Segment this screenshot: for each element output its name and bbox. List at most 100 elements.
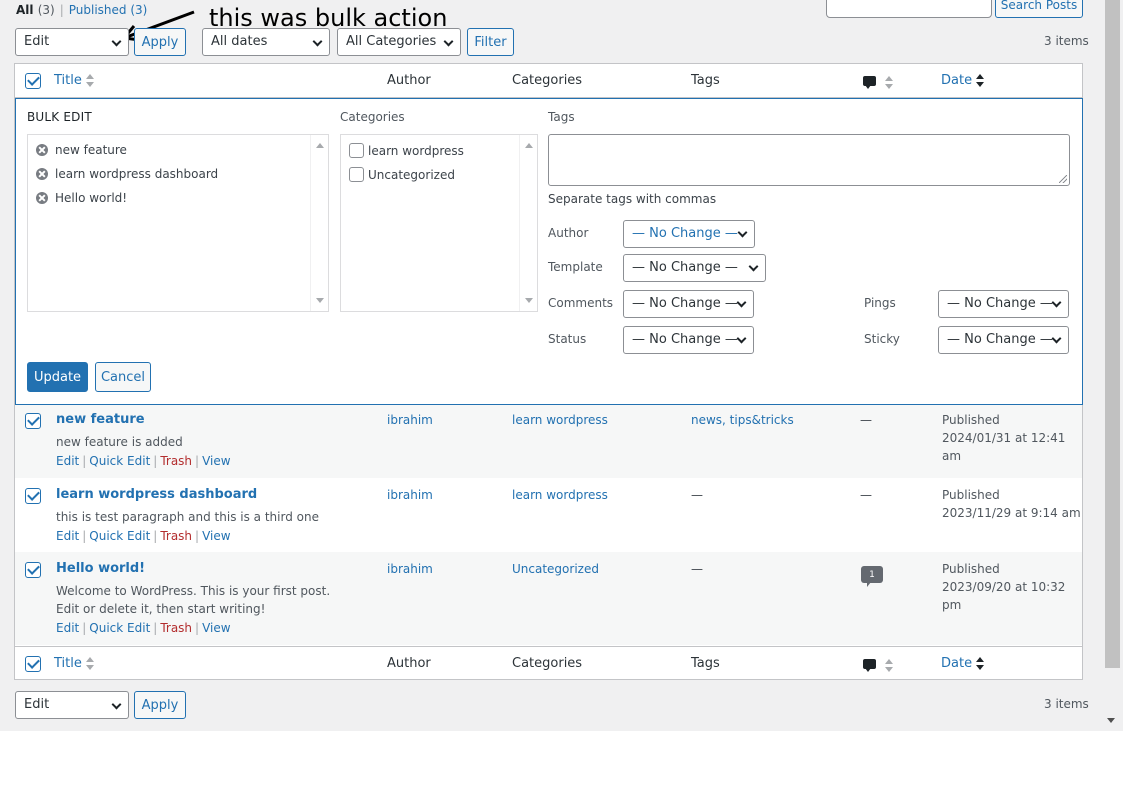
tags-link[interactable]: news, tips&tricks	[691, 413, 794, 427]
post-title-link[interactable]: learn wordpress dashboard	[56, 487, 257, 502]
category-checkbox[interactable]	[349, 143, 364, 158]
chevron-down-icon	[736, 333, 747, 344]
items-count: 3 items	[1044, 34, 1089, 48]
category-checklist-item[interactable]: Uncategorized	[349, 167, 455, 182]
chevron-down-icon	[443, 36, 454, 47]
author-link[interactable]: ibrahim	[387, 488, 433, 502]
view-all-link[interactable]: All (3)	[16, 3, 55, 17]
column-title-sort-footer[interactable]: Title	[54, 656, 94, 671]
scrollbar-thumb[interactable]	[1105, 0, 1120, 668]
sticky-select[interactable]: — No Change —	[938, 326, 1069, 354]
scroll-down-icon[interactable]	[525, 298, 533, 303]
category-checkbox[interactable]	[349, 167, 364, 182]
edit-link[interactable]: Edit	[56, 454, 79, 468]
update-button[interactable]: Update	[27, 362, 88, 392]
edit-link[interactable]: Edit	[56, 529, 79, 543]
row-checkbox[interactable]	[25, 488, 41, 504]
remove-x-icon[interactable]	[36, 144, 48, 156]
date-cell: Published 2023/11/29 at 9:14 am	[942, 486, 1081, 522]
tags-help-text: Separate tags with commas	[548, 192, 717, 206]
view-link[interactable]: View	[202, 529, 230, 543]
titles-list-scrollbar[interactable]	[310, 135, 328, 311]
author-link[interactable]: ibrahim	[387, 562, 433, 576]
items-count-bottom: 3 items	[1044, 697, 1089, 711]
view-link[interactable]: View	[202, 454, 230, 468]
trash-link[interactable]: Trash	[160, 454, 192, 468]
remove-x-icon[interactable]	[36, 192, 48, 204]
comments-count: —	[860, 488, 872, 502]
bulk-action-select[interactable]: Edit	[15, 28, 129, 56]
bulk-categories-list[interactable]: learn wordpress Uncategorized	[340, 134, 538, 312]
tags-textarea[interactable]	[548, 134, 1070, 186]
column-date-sort[interactable]: Date	[941, 73, 985, 88]
bulk-action-select-bottom[interactable]: Edit	[15, 691, 129, 719]
category-link[interactable]: learn wordpress	[512, 413, 608, 427]
tags-empty: —	[691, 562, 703, 576]
filter-button[interactable]: Filter	[467, 28, 514, 56]
views-separator: |	[59, 3, 64, 17]
edit-link[interactable]: Edit	[56, 621, 79, 635]
chevron-down-icon	[748, 261, 759, 272]
sort-icon	[976, 73, 985, 88]
post-title-link[interactable]: Hello world!	[56, 561, 145, 576]
categories-list-scrollbar[interactable]	[519, 135, 537, 311]
view-link[interactable]: View	[202, 621, 230, 635]
table-row: learn wordpress dashboard this is test p…	[15, 478, 1082, 552]
quick-edit-link[interactable]: Quick Edit	[89, 621, 150, 635]
comments-label: Comments	[548, 296, 614, 310]
comments-select[interactable]: — No Change —	[623, 290, 754, 318]
remove-x-icon[interactable]	[36, 168, 48, 180]
comment-count-badge[interactable]: 1	[861, 566, 883, 587]
cancel-button[interactable]: Cancel	[95, 362, 151, 392]
scroll-down-arrow-icon[interactable]	[1107, 718, 1115, 723]
chevron-down-icon	[1051, 333, 1062, 344]
trash-link[interactable]: Trash	[160, 529, 192, 543]
category-filter-select[interactable]: All Categories	[337, 28, 461, 56]
pings-label: Pings	[864, 296, 896, 310]
window-scrollbar[interactable]	[1102, 0, 1123, 731]
category-link[interactable]: learn wordpress	[512, 488, 608, 502]
column-title-sort[interactable]: Title	[54, 73, 94, 88]
column-comments-sort[interactable]	[863, 75, 893, 90]
column-comments-sort-footer[interactable]	[863, 658, 893, 673]
column-date-sort-footer[interactable]: Date	[941, 656, 985, 671]
template-label: Template	[548, 260, 603, 274]
apply-button[interactable]: Apply	[134, 28, 186, 56]
scroll-up-icon[interactable]	[316, 143, 324, 148]
category-link[interactable]: Uncategorized	[512, 562, 599, 576]
table-row: Hello world! Welcome to WordPress. This …	[15, 552, 1082, 645]
quick-edit-link[interactable]: Quick Edit	[89, 454, 150, 468]
scroll-down-icon[interactable]	[316, 298, 324, 303]
category-checklist-item[interactable]: learn wordpress	[349, 143, 464, 158]
author-label: Author	[548, 226, 589, 240]
search-input[interactable]	[826, 0, 992, 18]
date-cell: Published 2024/01/31 at 12:41 am	[942, 411, 1082, 465]
date-filter-select[interactable]: All dates	[202, 28, 330, 56]
column-author-footer: Author	[387, 656, 431, 671]
select-all-checkbox[interactable]	[25, 73, 41, 89]
post-title-link[interactable]: new feature	[56, 412, 145, 427]
trash-link[interactable]: Trash	[160, 621, 192, 635]
sort-icon	[976, 656, 985, 671]
column-categories: Categories	[512, 73, 583, 88]
scroll-up-icon[interactable]	[525, 143, 533, 148]
post-date: 2023/09/20 at 10:32 pm	[942, 580, 1066, 612]
template-select[interactable]: — No Change —	[623, 254, 766, 282]
search-posts-button[interactable]: Search Posts	[995, 0, 1083, 18]
sort-icon	[885, 658, 893, 673]
author-link[interactable]: ibrahim	[387, 413, 433, 427]
quick-edit-link[interactable]: Quick Edit	[89, 529, 150, 543]
bulk-title-item: Hello world!	[36, 191, 127, 205]
chevron-down-icon	[737, 227, 748, 238]
table-footer: Title Author Categories Tags Date	[15, 646, 1082, 680]
bulk-titles-list[interactable]: new feature learn wordpress dashboard He…	[27, 134, 329, 312]
resize-grip-icon[interactable]	[1059, 175, 1067, 183]
row-checkbox[interactable]	[25, 413, 41, 429]
status-select[interactable]: — No Change —	[623, 326, 754, 354]
row-checkbox[interactable]	[25, 562, 41, 578]
pings-select[interactable]: — No Change —	[938, 290, 1069, 318]
apply-button-bottom[interactable]: Apply	[134, 691, 186, 719]
author-select[interactable]: — No Change —	[623, 220, 755, 248]
select-all-checkbox-footer[interactable]	[25, 656, 41, 672]
column-categories-footer: Categories	[512, 656, 583, 671]
